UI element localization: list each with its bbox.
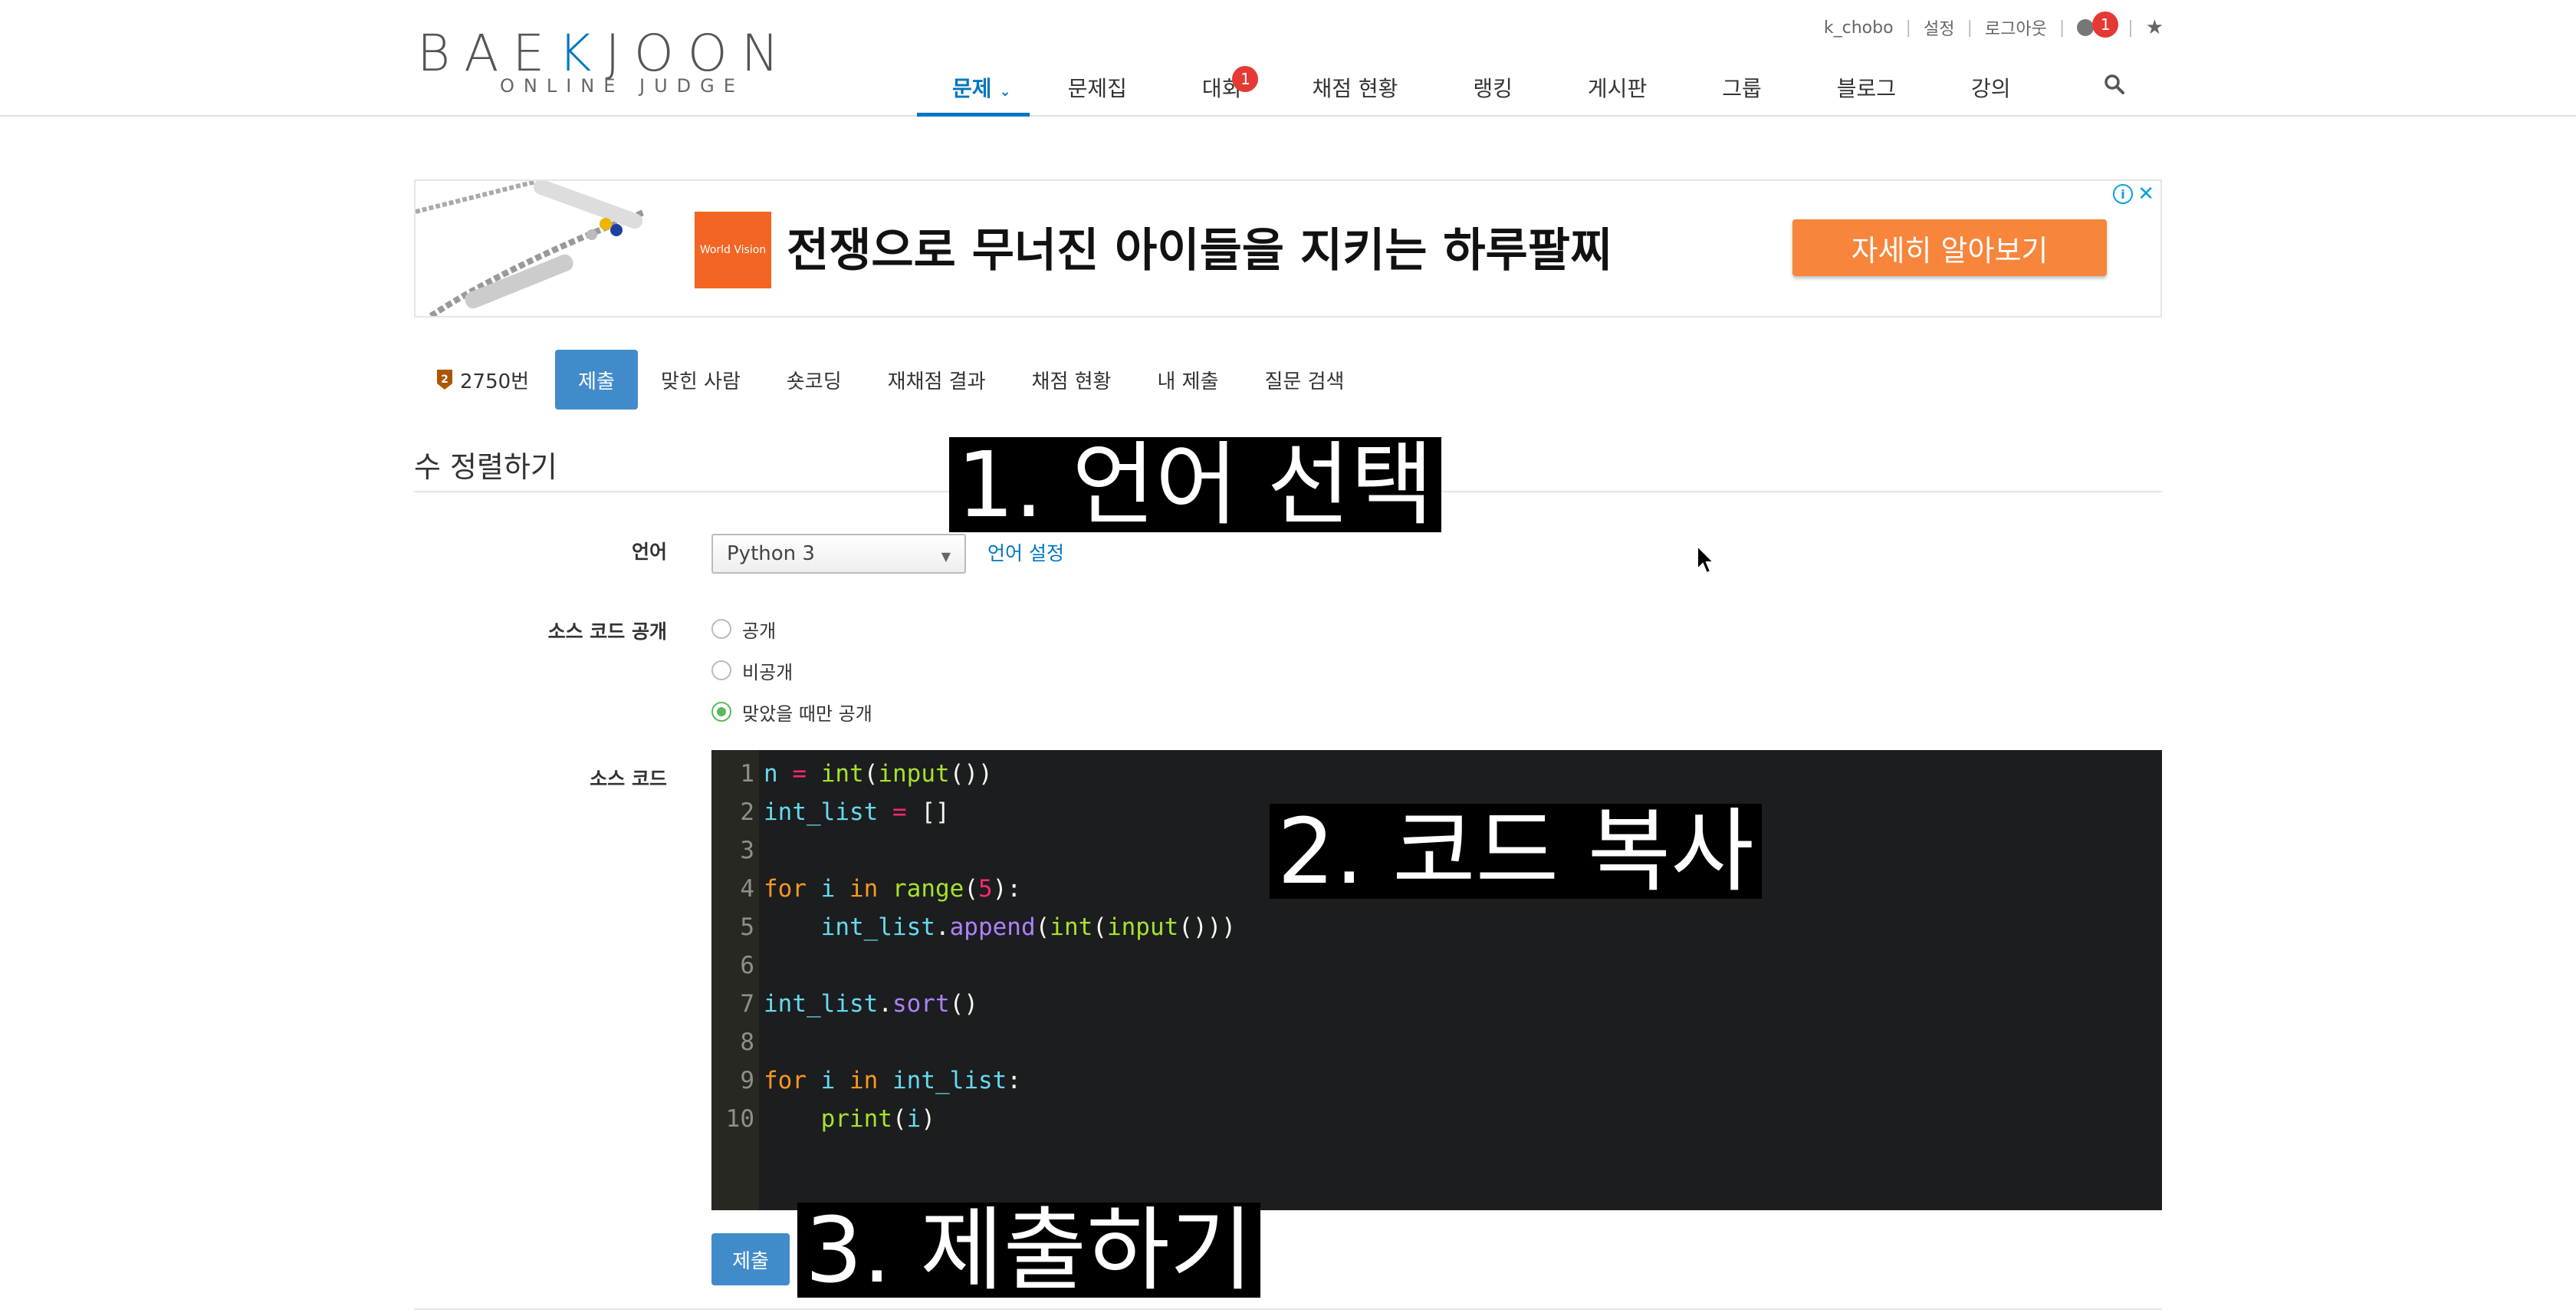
problem-tabs: 2 2750번 제출 맞힌 사람 숏코딩 재채점 결과 채점 현황 내 제출 질… bbox=[414, 350, 1367, 410]
line-number: 9 bbox=[740, 1067, 754, 1094]
code-text: int_list.append(int(input())) bbox=[820, 913, 1236, 941]
tab-my-submissions[interactable]: 내 제출 bbox=[1134, 350, 1241, 410]
radio-button[interactable] bbox=[711, 660, 731, 680]
tab-rejudge[interactable]: 재채점 결과 bbox=[865, 350, 1009, 410]
nav-group[interactable]: 그룹 bbox=[1722, 61, 1762, 117]
advertisement-banner[interactable]: World Vision 전쟁으로 무너진 아이들을 지키는 하루팔찌 자세히 … bbox=[414, 179, 2162, 318]
language-settings-link[interactable]: 언어 설정 bbox=[987, 538, 1064, 566]
tab-status[interactable]: 채점 현황 bbox=[1009, 350, 1135, 410]
logout-link[interactable]: 로그아웃 bbox=[1985, 15, 2047, 40]
visibility-option-private[interactable]: 비공개 bbox=[711, 658, 793, 683]
nav-blog[interactable]: 블로그 bbox=[1837, 61, 1896, 117]
notifications-button[interactable]: 1 bbox=[2077, 12, 2119, 38]
page-title: 수 정렬하기 bbox=[414, 450, 557, 484]
tab-solved[interactable]: 맞힌 사람 bbox=[638, 350, 764, 410]
nav-status[interactable]: 채점 현황 bbox=[1312, 61, 1398, 117]
line-number: 3 bbox=[740, 837, 754, 864]
tab-problem-number[interactable]: 2 2750번 bbox=[414, 350, 552, 410]
code-text: for i in range(5): bbox=[764, 875, 1022, 903]
code-text: int_list.sort() bbox=[764, 990, 978, 1018]
baekjoon-logo[interactable]: BAEKJOON ONLINE JUDGE bbox=[417, 26, 800, 100]
logo-subtitle: ONLINE JUDGE bbox=[500, 75, 744, 97]
tab-submit[interactable]: 제출 bbox=[555, 350, 638, 410]
line-number: 6 bbox=[740, 952, 754, 979]
code-text: for i in int_list: bbox=[764, 1067, 1021, 1094]
code-text: n = int(input()) bbox=[764, 760, 993, 788]
submit-button[interactable]: 제출 bbox=[711, 1233, 790, 1285]
line-number: 8 bbox=[740, 1028, 754, 1056]
line-number: 10 bbox=[725, 1105, 754, 1133]
visibility-option-on-accept[interactable]: 맞았을 때만 공개 bbox=[711, 699, 872, 725]
source-code-label: 소스 코드 bbox=[590, 768, 667, 790]
nav-contest[interactable]: 대회 1 bbox=[1202, 61, 1259, 117]
svg-text:2: 2 bbox=[441, 373, 449, 386]
code-line: 5 int_list.append(int(input())) bbox=[711, 908, 2162, 946]
radio-button-selected[interactable] bbox=[711, 702, 731, 722]
contest-badge: 1 bbox=[1232, 66, 1259, 92]
notification-badge: 1 bbox=[2092, 12, 2119, 38]
code-text: int_list = [] bbox=[764, 798, 950, 826]
tab-questions[interactable]: 질문 검색 bbox=[1242, 350, 1368, 410]
divider: | bbox=[2128, 18, 2134, 38]
line-number: 7 bbox=[740, 990, 754, 1018]
world-vision-logo: World Vision bbox=[695, 212, 771, 288]
username-link[interactable]: k_chobo bbox=[1824, 18, 1894, 38]
line-number: 4 bbox=[740, 875, 754, 903]
bracelet-image bbox=[416, 181, 647, 316]
bronze-tier-icon: 2 bbox=[437, 370, 452, 390]
code-line: 1 n = int(input()) bbox=[711, 755, 2162, 793]
ad-headline: 전쟁으로 무너진 아이들을 지키는 하루팔찌 bbox=[787, 224, 1613, 278]
divider: | bbox=[2058, 18, 2065, 38]
step-3-annotation: 3. 제출하기 bbox=[797, 1203, 1261, 1298]
tab-shortcoding[interactable]: 숏코딩 bbox=[764, 350, 865, 410]
visibility-option-public[interactable]: 공개 bbox=[711, 617, 776, 642]
divider bbox=[414, 1308, 2162, 1310]
line-number: 1 bbox=[740, 760, 754, 788]
nav-board[interactable]: 게시판 bbox=[1588, 61, 1647, 117]
divider: | bbox=[1967, 18, 1973, 38]
step-1-annotation: 1. 언어 선택 bbox=[949, 437, 1441, 532]
code-line: 6 bbox=[711, 946, 2162, 985]
line-number: 5 bbox=[740, 913, 754, 941]
chevron-down-icon: ⌄ bbox=[999, 84, 1011, 100]
search-icon[interactable] bbox=[2104, 74, 2125, 95]
code-line: 10 print(i) bbox=[711, 1100, 2162, 1138]
close-icon[interactable]: ✕ bbox=[2137, 183, 2154, 206]
visibility-label: 소스 코드 공개 bbox=[547, 620, 667, 643]
ad-learn-more-button[interactable]: 자세히 알아보기 bbox=[1792, 219, 2107, 276]
code-text: print(i) bbox=[820, 1105, 935, 1133]
main-nav: 문제 ⌄ 문제집 대회 1 채점 현황 랭킹 게시판 그룹 블로그 강의 bbox=[917, 61, 2011, 117]
radio-button[interactable] bbox=[711, 619, 731, 639]
step-2-annotation: 2. 코드 복사 bbox=[1270, 804, 1762, 899]
settings-link[interactable]: 설정 bbox=[1924, 15, 1954, 40]
top-utility-links: k_chobo | 설정 | 로그아웃 | 1 | ★ bbox=[1824, 12, 2164, 41]
nav-ranking[interactable]: 랭킹 bbox=[1473, 61, 1513, 117]
mouse-cursor-icon bbox=[1697, 545, 1716, 574]
logo-wordmark: BAEKJOON bbox=[417, 24, 794, 83]
code-line: 9 for i in int_list: bbox=[711, 1061, 2162, 1100]
line-number: 2 bbox=[740, 798, 754, 826]
divider: | bbox=[1905, 18, 1911, 38]
code-line: 8 bbox=[711, 1023, 2162, 1061]
globe-icon bbox=[2077, 19, 2095, 36]
nav-problems[interactable]: 문제 ⌄ bbox=[917, 61, 1030, 117]
site-header: BAEKJOON ONLINE JUDGE k_chobo | 설정 | 로그아… bbox=[0, 0, 2576, 117]
language-label: 언어 bbox=[631, 541, 667, 563]
dropdown-arrow-icon: ▼ bbox=[941, 549, 951, 564]
code-line: 7 int_list.sort() bbox=[711, 985, 2162, 1023]
nav-workbook[interactable]: 문제집 bbox=[1068, 61, 1127, 117]
nav-lecture[interactable]: 강의 bbox=[1971, 61, 2011, 117]
info-icon[interactable]: i bbox=[2113, 184, 2133, 204]
star-icon[interactable]: ★ bbox=[2146, 16, 2164, 39]
language-select[interactable]: Python 3 ▼ bbox=[711, 534, 966, 574]
